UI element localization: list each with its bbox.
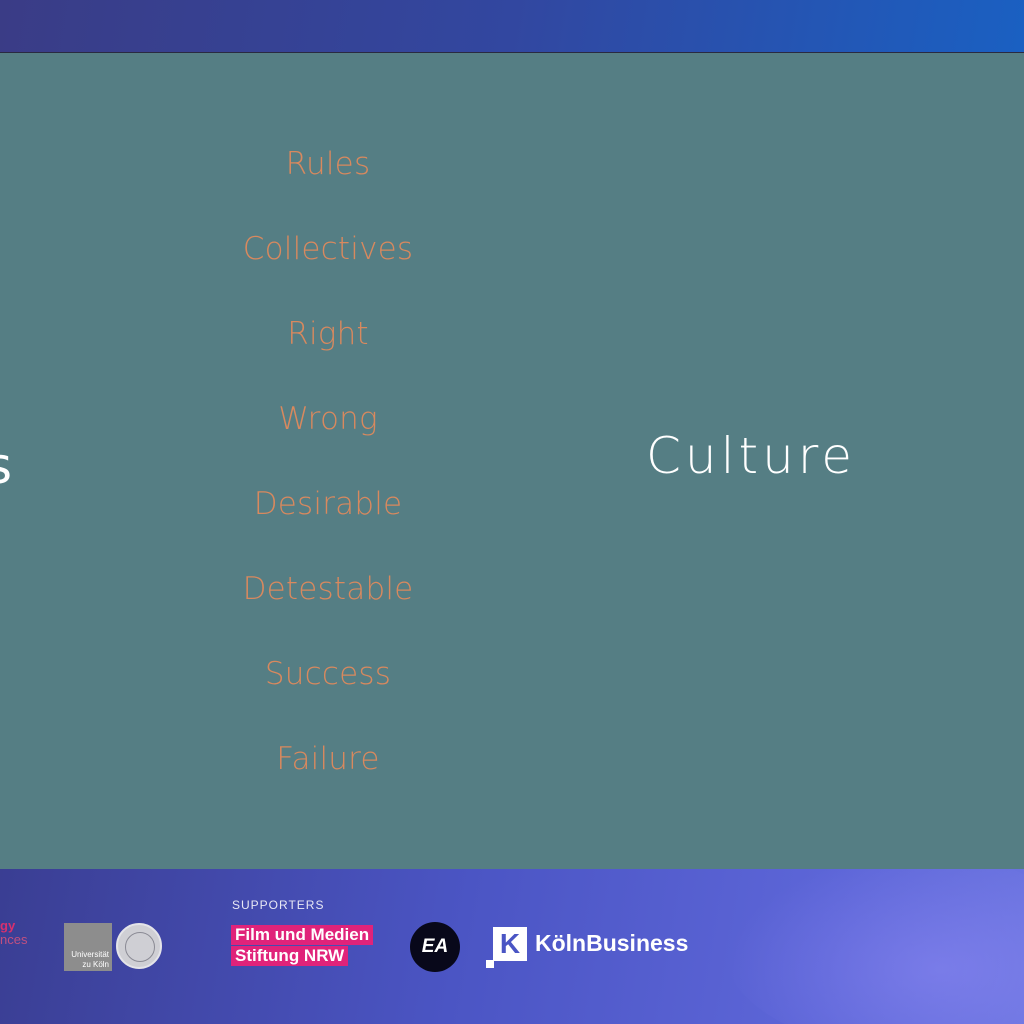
cut-off-word: s — [0, 437, 12, 495]
word-collectives: Collectives — [242, 231, 414, 267]
partner-logo-text: gy nces — [0, 919, 27, 947]
film-und-medien-logo: Film und Medien Stiftung NRW — [231, 925, 374, 967]
supporters-label: SUPPORTERS — [232, 898, 325, 912]
word-wrong: Wrong — [278, 401, 378, 437]
partner-line-1: gy — [0, 918, 16, 933]
koeln-mark-letter: K — [493, 927, 527, 961]
partner-line-2: nces — [0, 932, 28, 947]
word-success: Success — [264, 656, 392, 692]
koeln-business-logo-text: KölnBusiness — [535, 930, 689, 956]
film-logo-line-2: Stiftung NRW — [231, 946, 349, 966]
koeln-business-mark-icon: K — [486, 927, 527, 968]
word-desirable: Desirable — [253, 486, 403, 522]
ea-logo: EA — [410, 922, 460, 972]
film-logo-line-1: Film und Medien — [231, 925, 374, 945]
word-rules: Rules — [285, 146, 371, 182]
top-band — [0, 0, 1024, 52]
presentation-slide: s Rules Collectives Right Wrong Desirabl… — [0, 52, 1024, 870]
word-detestable: Detestable — [242, 571, 414, 607]
word-right: Right — [287, 316, 369, 352]
footer-swirl-decoration — [724, 869, 1024, 1024]
main-word-culture: Culture — [646, 427, 857, 485]
sponsor-footer: gy nces Universität zu Köln SUPPORTERS F… — [0, 869, 1024, 1024]
university-cologne-logo: Universität zu Köln — [64, 923, 112, 971]
word-failure: Failure — [276, 741, 380, 777]
university-seal-icon — [116, 923, 162, 969]
koeln-mark-dot — [486, 960, 494, 968]
word-list: Rules Collectives Right Wrong Desirable … — [188, 149, 468, 829]
